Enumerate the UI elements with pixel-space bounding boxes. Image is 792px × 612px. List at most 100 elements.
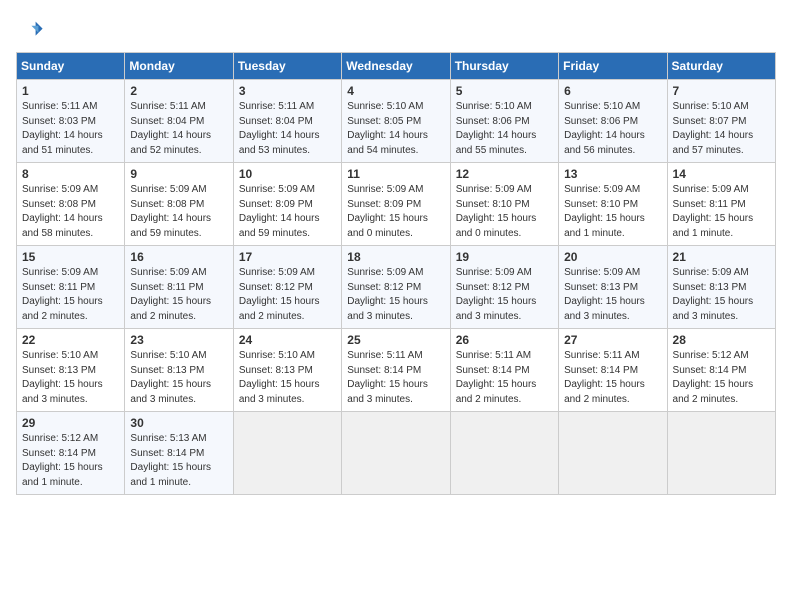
calendar-day-cell: 4 Sunrise: 5:10 AMSunset: 8:05 PMDaylight…	[342, 80, 450, 163]
day-info: Sunrise: 5:11 AMSunset: 8:14 PMDaylight:…	[564, 350, 645, 405]
day-info: Sunrise: 5:09 AMSunset: 8:10 PMDaylight:…	[564, 184, 645, 239]
page-header	[16, 16, 776, 44]
day-number: 19	[456, 250, 553, 264]
day-number: 7	[673, 84, 770, 98]
day-info: Sunrise: 5:09 AMSunset: 8:12 PMDaylight:…	[347, 267, 428, 322]
day-number: 20	[564, 250, 661, 264]
calendar-day-cell: 15Sunrise: 5:09 AMSunset: 8:11 PMDayligh…	[17, 246, 125, 329]
calendar-week-row: 22 Sunrise: 5:10 AMSunset: 8:13 PMDayligh…	[17, 329, 776, 412]
day-number: 11	[347, 167, 444, 181]
day-info: Sunrise: 5:11 AMSunset: 8:14 PMDaylight:…	[347, 350, 428, 405]
day-info: Sunrise: 5:10 AMSunset: 8:07 PMDaylight:…	[673, 101, 754, 156]
day-number: 30	[130, 416, 227, 430]
day-info: Sunrise: 5:09 AMSunset: 8:11 PMDaylight:…	[22, 267, 103, 322]
calendar-day-cell	[342, 412, 450, 495]
day-info: Sunrise: 5:10 AMSunset: 8:06 PMDaylight:…	[456, 101, 537, 156]
day-number: 6	[564, 84, 661, 98]
day-info: Sunrise: 5:12 AMSunset: 8:14 PMDaylight:…	[673, 350, 754, 405]
calendar-day-cell: 25 Sunrise: 5:11 AMSunset: 8:14 PMDayligh…	[342, 329, 450, 412]
day-info: Sunrise: 5:09 AMSunset: 8:08 PMDaylight:…	[130, 184, 211, 239]
day-info: Sunrise: 5:09 AMSunset: 8:12 PMDaylight:…	[456, 267, 537, 322]
calendar-header-row: SundayMondayTuesdayWednesdayThursdayFrid…	[17, 53, 776, 80]
day-number: 23	[130, 333, 227, 347]
day-number: 26	[456, 333, 553, 347]
calendar-day-cell: 3Sunrise: 5:11 AMSunset: 8:04 PMDaylight…	[233, 80, 341, 163]
day-number: 12	[456, 167, 553, 181]
calendar-day-cell: 2 Sunrise: 5:11 AMSunset: 8:04 PMDaylight…	[125, 80, 233, 163]
day-number: 8	[22, 167, 119, 181]
calendar-day-cell: 26 Sunrise: 5:11 AMSunset: 8:14 PMDayligh…	[450, 329, 558, 412]
logo	[16, 16, 48, 44]
day-info: Sunrise: 5:09 AMSunset: 8:12 PMDaylight:…	[239, 267, 320, 322]
calendar-day-cell	[667, 412, 775, 495]
calendar-day-cell: 21Sunrise: 5:09 AMSunset: 8:13 PMDayligh…	[667, 246, 775, 329]
day-info: Sunrise: 5:10 AMSunset: 8:05 PMDaylight:…	[347, 101, 428, 156]
day-number: 9	[130, 167, 227, 181]
calendar-day-cell: 22 Sunrise: 5:10 AMSunset: 8:13 PMDayligh…	[17, 329, 125, 412]
calendar-day-cell: 11 Sunrise: 5:09 AMSunset: 8:09 PMDayligh…	[342, 163, 450, 246]
day-info: Sunrise: 5:12 AMSunset: 8:14 PMDaylight:…	[22, 433, 103, 488]
day-number: 29	[22, 416, 119, 430]
logo-icon	[16, 16, 44, 44]
day-info: Sunrise: 5:11 AMSunset: 8:04 PMDaylight:…	[130, 101, 211, 156]
calendar-day-cell: 14Sunrise: 5:09 AMSunset: 8:11 PMDayligh…	[667, 163, 775, 246]
day-info: Sunrise: 5:11 AMSunset: 8:03 PMDaylight:…	[22, 101, 103, 156]
calendar-day-cell: 29 Sunrise: 5:12 AMSunset: 8:14 PMDayligh…	[17, 412, 125, 495]
day-info: Sunrise: 5:09 AMSunset: 8:09 PMDaylight:…	[239, 184, 320, 239]
calendar-day-cell: 24 Sunrise: 5:10 AMSunset: 8:13 PMDayligh…	[233, 329, 341, 412]
calendar-day-cell: 16Sunrise: 5:09 AMSunset: 8:11 PMDayligh…	[125, 246, 233, 329]
calendar-week-row: 1 Sunrise: 5:11 AMSunset: 8:03 PMDaylight…	[17, 80, 776, 163]
calendar-day-cell: 10 Sunrise: 5:09 AMSunset: 8:09 PMDayligh…	[233, 163, 341, 246]
day-of-week-header: Sunday	[17, 53, 125, 80]
day-info: Sunrise: 5:09 AMSunset: 8:08 PMDaylight:…	[22, 184, 103, 239]
calendar-day-cell: 30 Sunrise: 5:13 AMSunset: 8:14 PMDayligh…	[125, 412, 233, 495]
calendar-day-cell: 1 Sunrise: 5:11 AMSunset: 8:03 PMDaylight…	[17, 80, 125, 163]
day-info: Sunrise: 5:11 AMSunset: 8:14 PMDaylight:…	[456, 350, 537, 405]
day-number: 13	[564, 167, 661, 181]
day-info: Sunrise: 5:13 AMSunset: 8:14 PMDaylight:…	[130, 433, 211, 488]
day-info: Sunrise: 5:09 AMSunset: 8:09 PMDaylight:…	[347, 184, 428, 239]
day-of-week-header: Friday	[559, 53, 667, 80]
day-number: 21	[673, 250, 770, 264]
calendar-day-cell: 9 Sunrise: 5:09 AMSunset: 8:08 PMDaylight…	[125, 163, 233, 246]
calendar-day-cell: 19 Sunrise: 5:09 AMSunset: 8:12 PMDayligh…	[450, 246, 558, 329]
day-of-week-header: Saturday	[667, 53, 775, 80]
calendar-day-cell: 23Sunrise: 5:10 AMSunset: 8:13 PMDayligh…	[125, 329, 233, 412]
calendar-table: SundayMondayTuesdayWednesdayThursdayFrid…	[16, 52, 776, 495]
day-number: 28	[673, 333, 770, 347]
day-number: 24	[239, 333, 336, 347]
calendar-week-row: 15Sunrise: 5:09 AMSunset: 8:11 PMDayligh…	[17, 246, 776, 329]
calendar-day-cell: 7 Sunrise: 5:10 AMSunset: 8:07 PMDaylight…	[667, 80, 775, 163]
calendar-day-cell: 8 Sunrise: 5:09 AMSunset: 8:08 PMDaylight…	[17, 163, 125, 246]
day-info: Sunrise: 5:10 AMSunset: 8:13 PMDaylight:…	[239, 350, 320, 405]
day-of-week-header: Monday	[125, 53, 233, 80]
calendar-day-cell	[233, 412, 341, 495]
day-number: 22	[22, 333, 119, 347]
day-info: Sunrise: 5:11 AMSunset: 8:04 PMDaylight:…	[239, 101, 320, 156]
calendar-day-cell: 17Sunrise: 5:09 AMSunset: 8:12 PMDayligh…	[233, 246, 341, 329]
day-info: Sunrise: 5:09 AMSunset: 8:11 PMDaylight:…	[673, 184, 754, 239]
calendar-day-cell: 18 Sunrise: 5:09 AMSunset: 8:12 PMDayligh…	[342, 246, 450, 329]
day-of-week-header: Wednesday	[342, 53, 450, 80]
day-number: 2	[130, 84, 227, 98]
day-info: Sunrise: 5:09 AMSunset: 8:10 PMDaylight:…	[456, 184, 537, 239]
calendar-week-row: 29 Sunrise: 5:12 AMSunset: 8:14 PMDayligh…	[17, 412, 776, 495]
calendar-day-cell: 12 Sunrise: 5:09 AMSunset: 8:10 PMDayligh…	[450, 163, 558, 246]
day-number: 5	[456, 84, 553, 98]
calendar-week-row: 8 Sunrise: 5:09 AMSunset: 8:08 PMDaylight…	[17, 163, 776, 246]
day-number: 25	[347, 333, 444, 347]
day-number: 18	[347, 250, 444, 264]
calendar-day-cell: 5 Sunrise: 5:10 AMSunset: 8:06 PMDaylight…	[450, 80, 558, 163]
day-number: 1	[22, 84, 119, 98]
calendar-day-cell: 28 Sunrise: 5:12 AMSunset: 8:14 PMDayligh…	[667, 329, 775, 412]
day-number: 27	[564, 333, 661, 347]
day-info: Sunrise: 5:09 AMSunset: 8:13 PMDaylight:…	[564, 267, 645, 322]
day-info: Sunrise: 5:10 AMSunset: 8:06 PMDaylight:…	[564, 101, 645, 156]
day-of-week-header: Thursday	[450, 53, 558, 80]
day-number: 16	[130, 250, 227, 264]
day-info: Sunrise: 5:10 AMSunset: 8:13 PMDaylight:…	[22, 350, 103, 405]
calendar-day-cell	[559, 412, 667, 495]
calendar-day-cell: 6 Sunrise: 5:10 AMSunset: 8:06 PMDaylight…	[559, 80, 667, 163]
day-number: 10	[239, 167, 336, 181]
day-number: 4	[347, 84, 444, 98]
